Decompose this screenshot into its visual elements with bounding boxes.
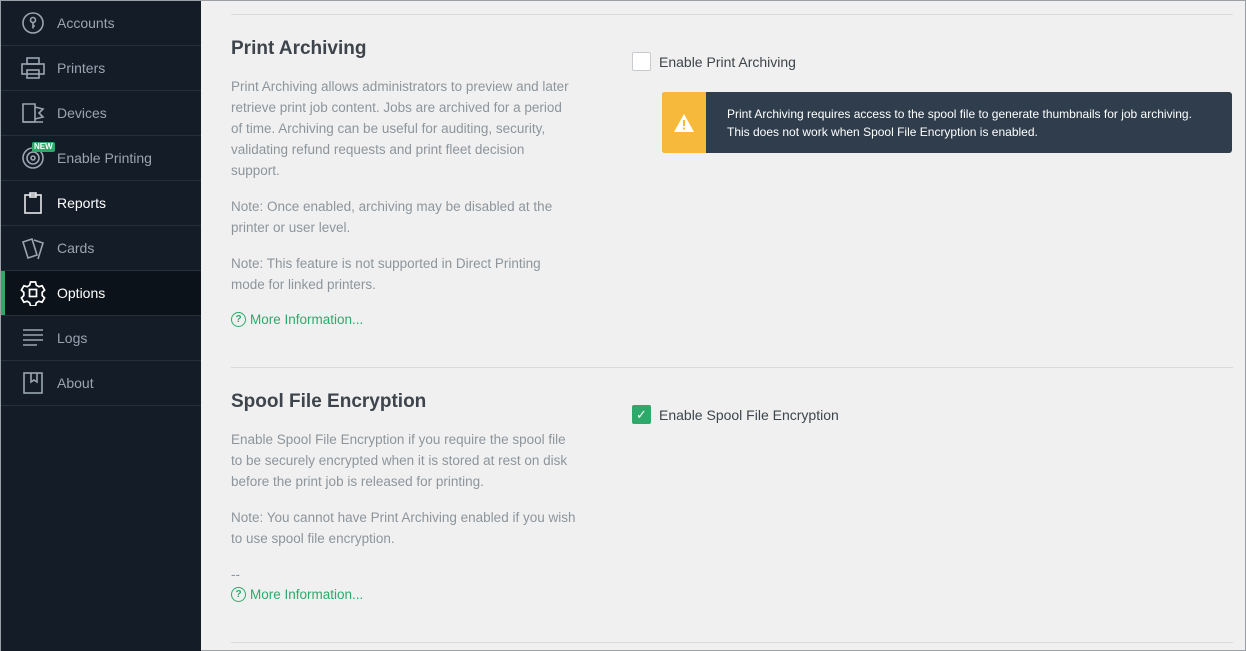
- print-archiving-note-1: Note: Once enabled, archiving may be dis…: [231, 199, 553, 235]
- print-archiving-description: Print Archiving allows administrators to…: [231, 79, 569, 178]
- sidebar-item-label: Reports: [57, 195, 107, 211]
- sidebar-item-label: About: [57, 375, 94, 391]
- cards-icon: [20, 235, 46, 261]
- sidebar: Accounts Printers Devices NEW Enable Pri…: [1, 1, 201, 651]
- sidebar-item-printers[interactable]: Printers: [1, 46, 201, 91]
- bookmark-icon: [20, 370, 46, 396]
- divider: [231, 367, 1233, 368]
- more-info-label: More Information...: [250, 587, 364, 602]
- sidebar-item-label: Devices: [57, 105, 107, 121]
- sidebar-item-devices[interactable]: Devices: [1, 91, 201, 136]
- sidebar-item-reports[interactable]: Reports: [1, 181, 201, 226]
- device-icon: [20, 100, 46, 126]
- lines-icon: [20, 325, 46, 351]
- sidebar-item-label: Cards: [57, 240, 95, 256]
- printer-icon: [20, 55, 46, 81]
- sidebar-item-cards[interactable]: Cards: [1, 226, 201, 271]
- enable-print-archiving-checkbox[interactable]: Enable Print Archiving: [632, 52, 796, 71]
- help-circle-icon: ?: [231, 312, 246, 327]
- spool-encryption-note: Note: You cannot have Print Archiving en…: [231, 510, 576, 546]
- gear-icon: [20, 280, 46, 306]
- main-content: Print Archiving Print Archiving allows a…: [201, 1, 1245, 650]
- spool-encryption-separator: --: [231, 567, 240, 582]
- sidebar-item-label: Accounts: [57, 15, 115, 31]
- sidebar-item-label: Options: [57, 285, 106, 301]
- checkbox-label: Enable Print Archiving: [659, 53, 796, 70]
- divider: [231, 642, 1233, 643]
- target-icon: NEW: [20, 142, 55, 171]
- sidebar-item-about[interactable]: About: [1, 361, 201, 406]
- section-title-spool-encryption: Spool File Encryption: [231, 391, 427, 412]
- warning-line-1: Print Archiving requires access to the s…: [727, 107, 1192, 121]
- section-title-print-archiving: Print Archiving: [231, 38, 367, 59]
- new-badge: NEW: [32, 142, 55, 152]
- divider: [231, 14, 1233, 15]
- more-info-label: More Information...: [250, 312, 364, 327]
- sidebar-item-accounts[interactable]: Accounts: [1, 1, 201, 46]
- key-icon: [20, 10, 46, 36]
- warning-banner: Print Archiving requires access to the s…: [662, 92, 1232, 153]
- warning-text: Print Archiving requires access to the s…: [706, 92, 1192, 153]
- help-circle-icon: ?: [231, 587, 246, 602]
- spool-encryption-description: Enable Spool File Encryption if you requ…: [231, 432, 568, 489]
- sidebar-item-logs[interactable]: Logs: [1, 316, 201, 361]
- print-archiving-note-2: Note: This feature is not supported in D…: [231, 256, 541, 292]
- checkbox-unchecked[interactable]: [632, 52, 651, 71]
- sidebar-item-label: Enable Printing: [57, 150, 152, 166]
- warning-line-2: This does not work when Spool File Encry…: [727, 125, 1038, 139]
- print-archiving-more-info-link[interactable]: ? More Information...: [231, 312, 363, 327]
- sidebar-item-label: Printers: [57, 60, 106, 76]
- sidebar-item-enable-printing[interactable]: NEW Enable Printing: [1, 136, 201, 181]
- spool-encryption-more-info-link[interactable]: ? More Information...: [231, 587, 363, 602]
- clipboard-icon: [20, 190, 46, 216]
- checkbox-label: Enable Spool File Encryption: [659, 406, 839, 423]
- checkmark-icon[interactable]: ✓: [632, 405, 651, 424]
- warning-icon: [662, 92, 706, 153]
- enable-spool-encryption-checkbox[interactable]: ✓ Enable Spool File Encryption: [632, 405, 839, 424]
- sidebar-item-options[interactable]: Options: [1, 271, 201, 316]
- sidebar-item-label: Logs: [57, 330, 88, 346]
